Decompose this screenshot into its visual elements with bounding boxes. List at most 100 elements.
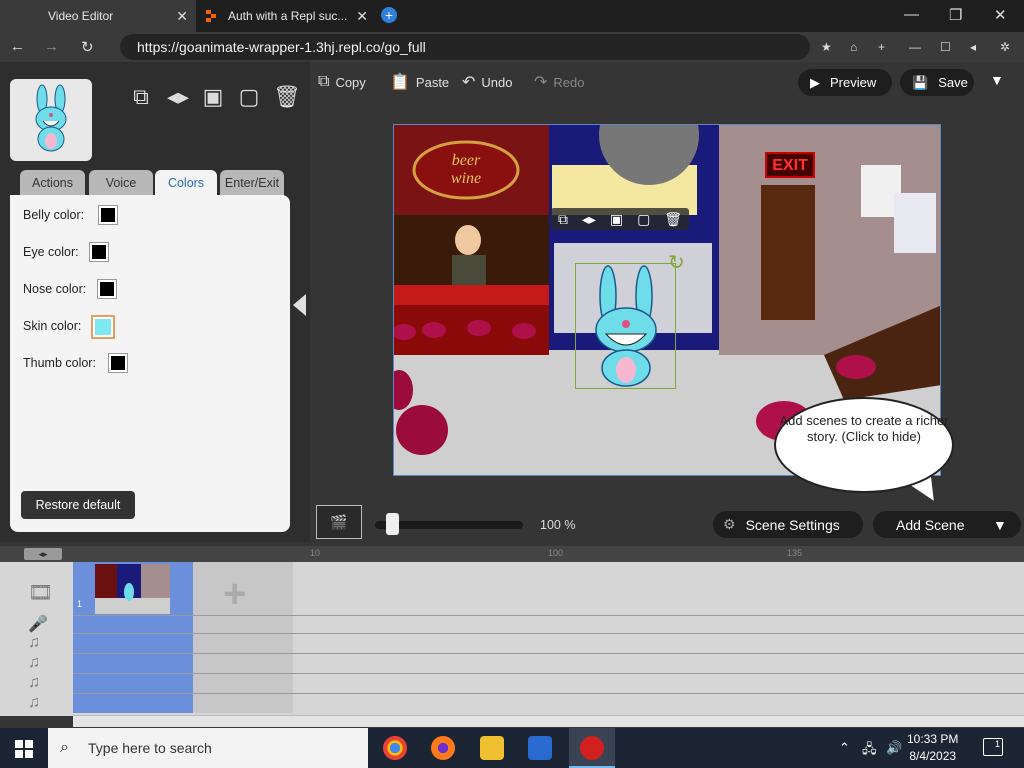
new-tab-icon[interactable]: +: [381, 7, 397, 23]
bring-to-front-icon[interactable]: ▣: [200, 84, 226, 110]
notifications-icon[interactable]: 1: [983, 738, 1003, 756]
bookmark-icon[interactable]: ★: [821, 40, 832, 54]
send-to-back-icon[interactable]: ▢: [637, 211, 650, 228]
undo-icon: ↶: [462, 74, 476, 91]
settings-icon[interactable]: ✲: [1000, 40, 1010, 54]
plus-icon[interactable]: +: [223, 572, 246, 617]
preview-label: Preview: [830, 75, 877, 90]
editor-toolbar: ⧉ Copy 📋 Paste ↶ Undo ↷ Redo ▶ Preview 💾…: [310, 62, 1024, 102]
microsoft-store-icon[interactable]: [528, 736, 552, 760]
thumb-color-label: Thumb color:: [23, 356, 96, 370]
speaker-icon[interactable]: ◂: [970, 40, 976, 54]
timeline-scrollbar[interactable]: [73, 715, 1024, 727]
notification-count: 1: [994, 739, 1000, 749]
save-icon: 💾: [912, 74, 929, 90]
browser-nav-bar: ← → ↻ https://goanimate-wrapper-1.3hj.re…: [0, 32, 1024, 62]
reload-icon[interactable]: ↻: [81, 38, 94, 56]
timeline-zoom-handle[interactable]: ◂▸: [24, 548, 62, 560]
save-button[interactable]: 💾 Save: [900, 69, 974, 96]
system-clock[interactable]: 10:33 PM 8/4/2023: [907, 731, 958, 765]
tab-voice[interactable]: Voice: [89, 170, 153, 196]
close-icon[interactable]: ✕: [176, 8, 188, 25]
bring-forward-icon[interactable]: ⧉: [558, 211, 568, 228]
preview-button[interactable]: ▶ Preview: [798, 69, 892, 96]
firefox-icon[interactable]: [431, 736, 455, 760]
add-scene-button[interactable]: Add Scene ▼: [873, 511, 1021, 538]
tick-label: 135: [787, 548, 803, 558]
address-bar[interactable]: https://goanimate-wrapper-1.3hj.repl.co/…: [120, 34, 810, 60]
flip-icon[interactable]: ◂▸: [582, 211, 596, 228]
thumb-color-row: Thumb color:: [23, 352, 96, 374]
add-icon[interactable]: +: [878, 40, 885, 54]
svg-text:EXIT: EXIT: [772, 157, 808, 174]
tab-actions[interactable]: Actions: [20, 170, 85, 196]
flip-icon[interactable]: ◂▸: [165, 84, 191, 110]
eye-color-label: Eye color:: [23, 245, 79, 259]
restore-window-icon[interactable]: ❐: [949, 6, 962, 24]
chevron-up-icon[interactable]: ⌃: [839, 740, 850, 756]
tick-label: 100: [548, 548, 564, 558]
skin-color-row: Skin color:: [23, 315, 81, 337]
chevron-down-icon[interactable]: ▼: [993, 517, 1007, 533]
redo-label: Redo: [553, 74, 585, 90]
volume-icon[interactable]: 🔊: [886, 740, 902, 756]
trash-icon[interactable]: 🗑: [664, 211, 682, 228]
skin-color-label: Skin color:: [23, 319, 82, 333]
belly-color-swatch[interactable]: [98, 205, 118, 225]
copy-button[interactable]: ⧉ Copy: [318, 72, 366, 92]
scene-settings-button[interactable]: ⚙ Scene Settings: [713, 511, 863, 538]
svg-text:beer: beer: [452, 152, 481, 169]
paste-button[interactable]: 📋 Paste: [390, 72, 449, 92]
bring-to-front-icon[interactable]: ▣: [610, 211, 623, 228]
network-icon[interactable]: 🖧: [862, 740, 877, 762]
character-selection-box[interactable]: [575, 263, 676, 389]
close-window-icon[interactable]: ✕: [994, 6, 1007, 24]
rotate-handle-icon[interactable]: ↻: [668, 250, 685, 275]
back-icon[interactable]: ←: [10, 38, 25, 55]
maximize-icon[interactable]: ☐: [940, 40, 951, 54]
minimize-icon[interactable]: —: [909, 40, 921, 54]
tab-video-editor[interactable]: Video Editor ✕: [0, 0, 196, 32]
music-note-icon: ♫: [28, 694, 40, 711]
scene-number: 1: [77, 599, 83, 609]
collapse-panel-icon[interactable]: [293, 294, 306, 316]
music-note-icon: ♫: [28, 654, 40, 671]
character-thumbnail: [10, 79, 92, 161]
tab-auth-repl[interactable]: Auth with a Repl suc... ✕: [196, 0, 376, 32]
close-icon[interactable]: ✕: [356, 8, 368, 25]
forward-icon[interactable]: →: [44, 38, 59, 55]
object-quick-toolbar: ⧉ ◂▸ ▣ ▢ 🗑: [551, 208, 689, 230]
tab-enter-exit[interactable]: Enter/Exit: [220, 170, 284, 196]
thumb-color-swatch[interactable]: [108, 353, 128, 373]
trash-icon[interactable]: 🗑: [273, 84, 301, 110]
eye-color-swatch[interactable]: [89, 242, 109, 262]
undo-button[interactable]: ↶ Undo: [462, 72, 512, 92]
chrome-icon[interactable]: [383, 736, 407, 760]
file-explorer-icon[interactable]: [480, 736, 504, 760]
scene-1-thumbnail[interactable]: [95, 564, 170, 614]
taskbar-search-box[interactable]: Type here to search: [48, 728, 368, 768]
nose-color-swatch[interactable]: [97, 279, 117, 299]
bunny-icon: [35, 84, 67, 152]
skin-color-swatch[interactable]: [91, 315, 115, 339]
colors-tab-content: Belly color: Eye color: Nose color: Skin…: [10, 195, 290, 532]
redo-button[interactable]: ↷ Redo: [534, 72, 584, 92]
windows-start-icon[interactable]: [15, 740, 33, 758]
tab-colors[interactable]: Colors: [155, 170, 217, 198]
send-to-back-icon[interactable]: ▢: [236, 84, 262, 110]
zoom-slider-knob[interactable]: [386, 513, 399, 535]
track-divider: [73, 615, 1024, 616]
bring-forward-icon[interactable]: ⧉: [128, 84, 154, 110]
video-editor-app-icon[interactable]: [580, 736, 604, 760]
redo-icon: ↷: [534, 74, 548, 91]
add-scenes-tip-bubble[interactable]: Add scenes to create a richer story. (Cl…: [774, 397, 954, 493]
film-icon: 🎞: [28, 582, 54, 604]
chevron-down-icon[interactable]: ▼: [990, 72, 1004, 88]
belly-color-row: Belly color:: [23, 204, 84, 226]
restore-default-button[interactable]: Restore default: [21, 491, 135, 519]
minimize-icon[interactable]: —: [904, 6, 919, 23]
replit-icon: [206, 10, 216, 22]
camera-icon[interactable]: 🎬: [316, 505, 362, 539]
home-icon[interactable]: ⌂: [850, 40, 857, 54]
browser-tab-bar: Video Editor ✕ Auth with a Repl suc... ✕…: [0, 0, 1024, 32]
